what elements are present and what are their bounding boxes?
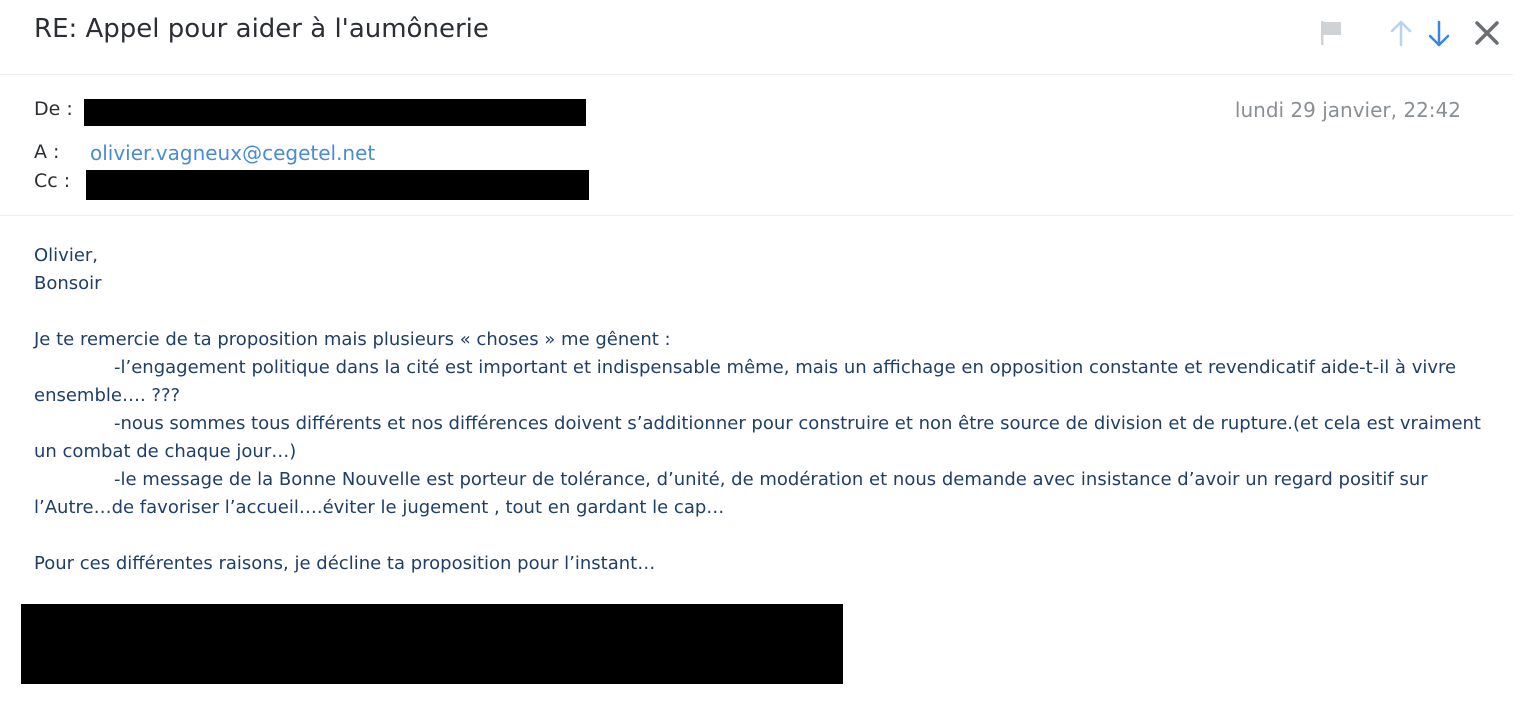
flag-icon[interactable] bbox=[1317, 18, 1347, 48]
greeting: Olivier, bbox=[34, 245, 99, 266]
email-meta: De : lundi 29 janvier, 22:42 A : olivier… bbox=[0, 75, 1513, 216]
from-label: De : bbox=[34, 98, 73, 120]
arrow-up-icon[interactable] bbox=[1386, 18, 1416, 48]
email-subject: RE: Appel pour aider à l'aumônerie bbox=[34, 14, 489, 44]
cc-label: Cc : bbox=[34, 170, 71, 192]
salutation: Bonsoir bbox=[34, 273, 102, 294]
conclusion-paragraph: Pour ces différentes raisons, je décline… bbox=[34, 553, 656, 574]
close-icon[interactable] bbox=[1472, 18, 1502, 48]
cc-redaction bbox=[86, 170, 589, 200]
point-3: -le message de la Bonne Nouvelle est por… bbox=[34, 469, 1428, 518]
signature-redaction bbox=[21, 604, 843, 684]
point-2: -nous sommes tous différents et nos diff… bbox=[34, 413, 1481, 462]
email-date: lundi 29 janvier, 22:42 bbox=[1234, 98, 1461, 122]
point-1: -l’engagement politique dans la cité est… bbox=[34, 357, 1457, 406]
to-label: A : bbox=[34, 141, 60, 163]
recipient-link[interactable]: olivier.vagneux@cegetel.net bbox=[90, 141, 375, 165]
arrow-down-icon[interactable] bbox=[1424, 18, 1454, 48]
email-body: Olivier, Bonsoir Je te remercie de ta pr… bbox=[34, 242, 1509, 578]
sender-redaction bbox=[84, 99, 586, 126]
intro-paragraph: Je te remercie de ta proposition mais pl… bbox=[34, 329, 671, 350]
subject-bar: RE: Appel pour aider à l'aumônerie bbox=[0, 0, 1513, 75]
